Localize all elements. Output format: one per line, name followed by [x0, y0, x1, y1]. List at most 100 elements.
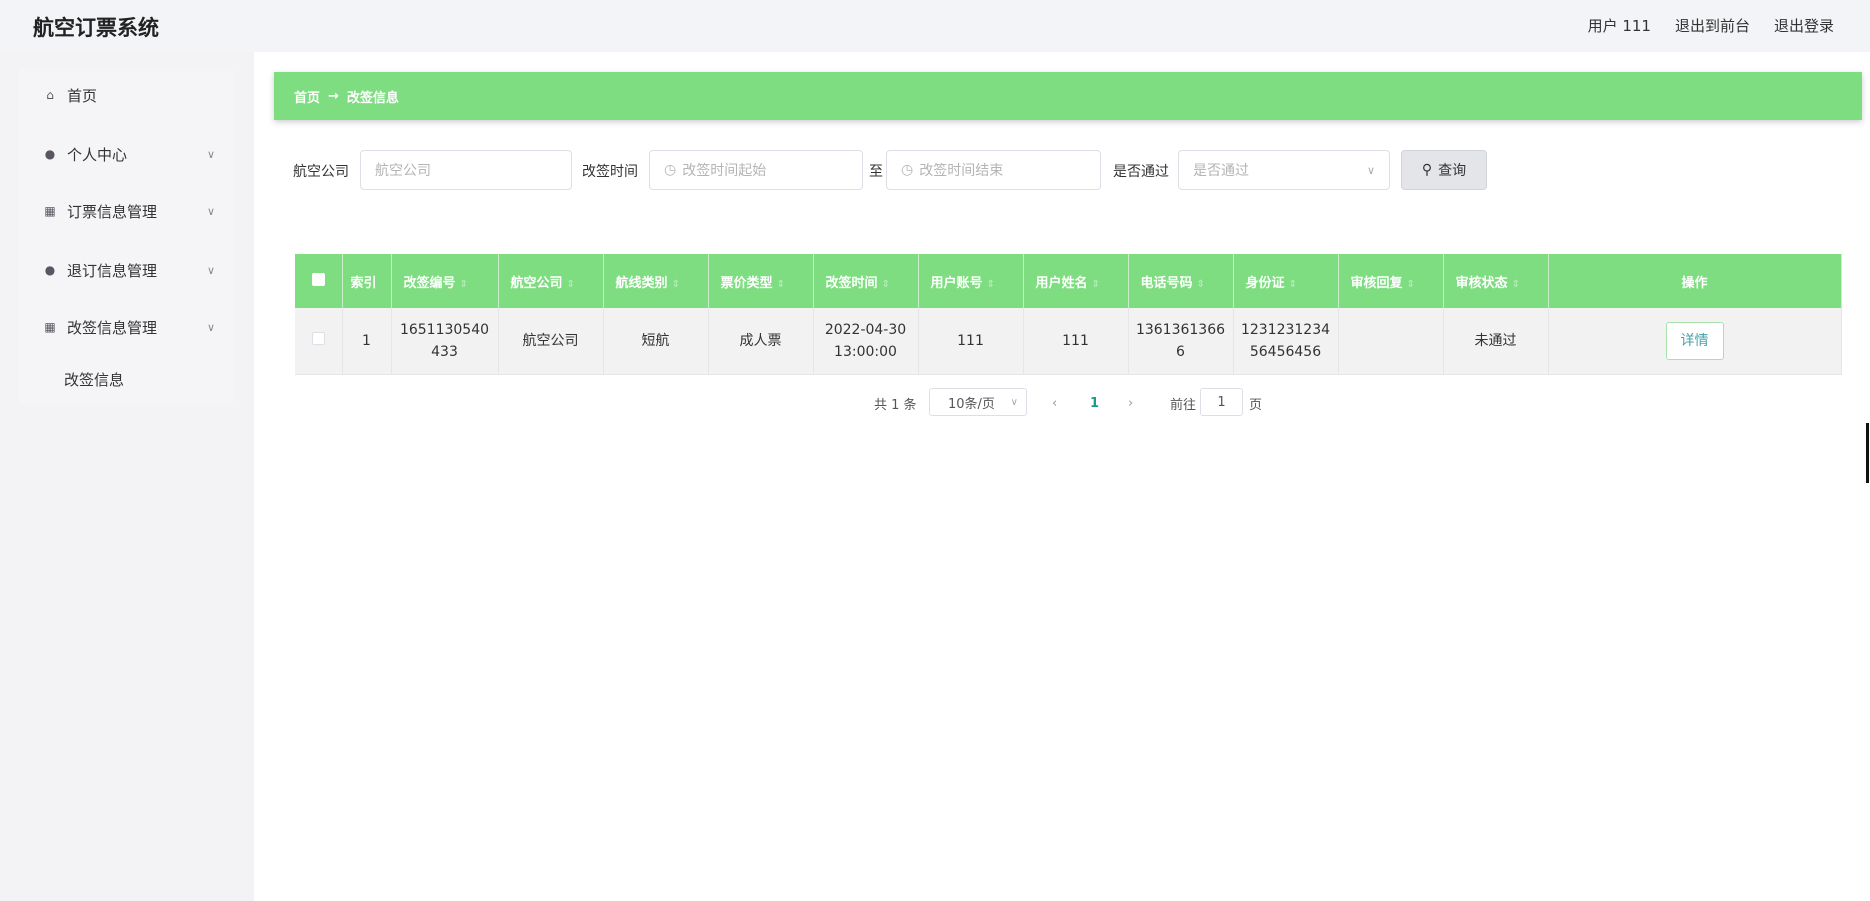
user-icon: ●: [44, 147, 56, 161]
time-end-placeholder: 改签时间结束: [919, 163, 1004, 179]
cell-id: 1231231234 56456456: [1233, 308, 1339, 375]
select-all-checkbox[interactable]: [311, 272, 325, 286]
table-header-row: 索引 改签编号 ⇕ 航空公司 ⇕ 航线类别 ⇕ 票价类型 ⇕ 改签时间 ⇕ 用户账号 ⇕ 用…: [295, 254, 1842, 308]
sidebar-item-label: 个人中心: [67, 145, 128, 164]
cell-fare: 成人票: [708, 308, 814, 375]
chevron-down-icon: ∨: [206, 204, 215, 218]
sidebar-item-label: 首页: [67, 86, 98, 105]
query-button[interactable]: ⚲ 查询: [1401, 150, 1487, 190]
sidebar-subitem-change-info[interactable]: 改签信息: [64, 369, 124, 390]
pass-label: 是否通过: [1113, 164, 1169, 180]
goto-label: 前往: [1170, 397, 1197, 413]
time-end-input[interactable]: ◷ 改签时间结束: [886, 150, 1101, 190]
col-account[interactable]: 用户账号 ⇕: [918, 254, 1024, 308]
page-1-button[interactable]: 1: [1090, 390, 1099, 416]
cell-name: 111: [1023, 308, 1129, 375]
col-status[interactable]: 审核状态 ⇕: [1443, 254, 1549, 308]
goto-page-value: 1: [1217, 394, 1226, 410]
change-table: 索引 改签编号 ⇕ 航空公司 ⇕ 航线类别 ⇕ 票价类型 ⇕ 改签时间 ⇕ 用户账号 ⇕ 用…: [295, 254, 1842, 375]
page-size-value: 10条/页: [948, 396, 995, 412]
sidebar-item-booking[interactable]: ▦ 订票信息管理 ∨: [19, 191, 233, 231]
exit-to-front-link[interactable]: 退出到前台: [1675, 15, 1750, 36]
airline-label: 航空公司: [293, 164, 349, 180]
sidebar-item-label: 订票信息管理: [67, 202, 158, 221]
sort-icon: ⇕: [1288, 278, 1297, 290]
cell-action: 详情: [1548, 308, 1842, 375]
cell-status: 未通过: [1443, 308, 1549, 375]
sidebar-item-profile[interactable]: ● 个人中心 ∨: [19, 134, 233, 174]
sort-icon: ⇕: [1091, 278, 1100, 290]
sort-icon: ⇕: [671, 278, 680, 290]
prev-page-button[interactable]: ‹: [1052, 390, 1057, 416]
chevron-down-icon: ∨: [206, 263, 215, 277]
page-suffix: 页: [1249, 397, 1263, 413]
detail-button[interactable]: 详情: [1665, 321, 1724, 360]
grid-icon: ▦: [44, 320, 56, 334]
chevron-down-icon: ∨: [1366, 163, 1375, 177]
bulb-icon: ●: [44, 263, 56, 277]
col-reply[interactable]: 审核回复 ⇕: [1338, 254, 1444, 308]
query-label: 查询: [1438, 163, 1467, 179]
time-start-placeholder: 改签时间起始: [682, 163, 767, 179]
pagination-total: 共 1 条: [874, 397, 917, 413]
clock-icon: ◷: [901, 162, 914, 178]
col-phone[interactable]: 电话号码 ⇕: [1128, 254, 1234, 308]
sort-icon: ⇕: [986, 278, 995, 290]
cell-reply: [1338, 308, 1444, 375]
col-fare[interactable]: 票价类型 ⇕: [708, 254, 814, 308]
clock-icon: ◷: [664, 162, 677, 178]
top-header: 航空订票系统 用户 111 退出到前台 退出登录: [0, 0, 1870, 52]
breadcrumb-home[interactable]: 首页: [294, 87, 320, 106]
home-icon: ⌂: [46, 88, 54, 102]
sidebar: ⌂ 首页 ● 个人中心 ∨ ▦ 订票信息管理 ∨ ● 退订信息管理 ∨ ▦ 改签信息管理 ∨ 改签…: [0, 52, 254, 901]
to-label: 至: [869, 164, 883, 180]
search-icon: ⚲: [1421, 162, 1433, 178]
sidebar-item-home[interactable]: ⌂ 首页: [19, 75, 233, 115]
airline-input[interactable]: 航空公司: [360, 150, 572, 190]
col-name[interactable]: 用户姓名 ⇕: [1023, 254, 1129, 308]
pass-select[interactable]: 是否通过 ∨: [1178, 150, 1390, 190]
sidebar-item-label: 改签信息管理: [67, 318, 158, 337]
page-size-select[interactable]: 10条/页 ∨: [929, 388, 1027, 416]
cell-time: 2022-04-30 13:00:00: [813, 308, 919, 375]
cell-change-no: 1651130540 433: [391, 308, 499, 375]
sidebar-menu: ⌂ 首页 ● 个人中心 ∨ ▦ 订票信息管理 ∨ ● 退订信息管理 ∨ ▦ 改签信息管理 ∨ 改签…: [19, 69, 233, 405]
col-id[interactable]: 身份证 ⇕: [1233, 254, 1339, 308]
col-airline[interactable]: 航空公司 ⇕: [498, 254, 604, 308]
goto-page-input[interactable]: 1: [1200, 388, 1243, 416]
chevron-down-icon: ∨: [206, 320, 215, 334]
logout-link[interactable]: 退出登录: [1774, 15, 1834, 36]
user-label[interactable]: 用户 111: [1588, 15, 1651, 36]
app-title: 航空订票系统: [33, 16, 159, 40]
col-time[interactable]: 改签时间 ⇕: [813, 254, 919, 308]
sort-icon: ⇕: [881, 278, 890, 290]
col-change-no[interactable]: 改签编号 ⇕: [391, 254, 499, 308]
window-edge-scrollbar[interactable]: [1866, 423, 1869, 483]
cell-route: 短航: [603, 308, 709, 375]
chevron-down-icon: ∨: [1010, 396, 1018, 408]
cell-index: 1: [342, 308, 392, 375]
breadcrumb-current: 改签信息: [346, 90, 399, 106]
row-checkbox[interactable]: [311, 331, 325, 345]
breadcrumb: 首页 → 改签信息: [274, 72, 1862, 120]
sort-icon: ⇕: [776, 278, 785, 290]
pass-placeholder: 是否通过: [1193, 163, 1249, 179]
cell-account: 111: [918, 308, 1024, 375]
cell-airline: 航空公司: [498, 308, 604, 375]
grid-icon: ▦: [44, 204, 56, 218]
sort-icon: ⇕: [459, 278, 468, 290]
chevron-down-icon: ∨: [206, 147, 215, 161]
airline-placeholder: 航空公司: [375, 163, 431, 179]
sort-icon: ⇕: [1196, 278, 1205, 290]
col-index: 索引: [342, 254, 392, 308]
sidebar-item-refund[interactable]: ● 退订信息管理 ∨: [19, 250, 233, 290]
sort-icon: ⇕: [1511, 278, 1520, 290]
change-time-label: 改签时间: [582, 164, 638, 180]
cell-phone: 1361361366 6: [1128, 308, 1234, 375]
next-page-button[interactable]: ›: [1128, 390, 1133, 416]
sidebar-item-change[interactable]: ▦ 改签信息管理 ∨: [19, 307, 233, 347]
sort-icon: ⇕: [566, 278, 575, 290]
col-route[interactable]: 航线类别 ⇕: [603, 254, 709, 308]
col-action: 操作: [1548, 254, 1842, 308]
time-start-input[interactable]: ◷ 改签时间起始: [649, 150, 863, 190]
